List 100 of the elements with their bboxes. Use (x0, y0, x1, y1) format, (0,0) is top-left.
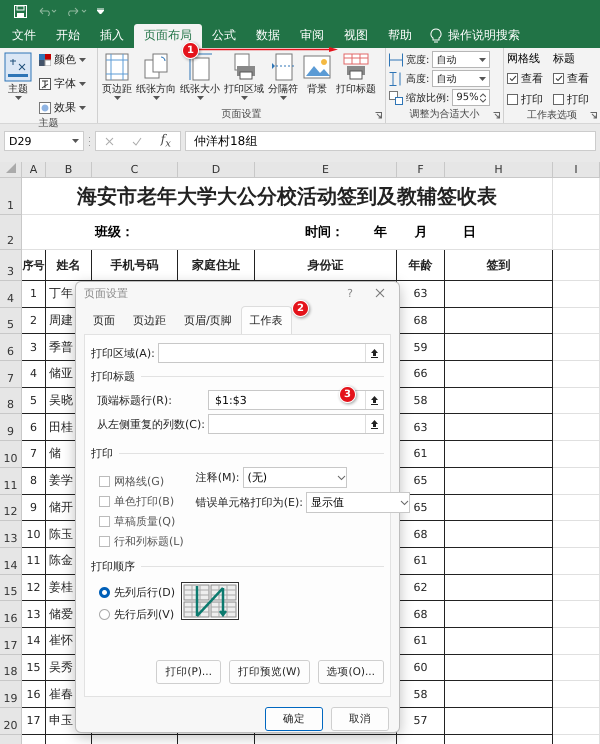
ok-button[interactable]: 确定 (265, 707, 323, 731)
dropdown-field[interactable]: 自动 (432, 70, 490, 87)
column-header[interactable]: I (553, 162, 600, 178)
ribbon-tab[interactable]: 帮助 (378, 24, 422, 48)
checkbox[interactable]: 行和列标题(L) (91, 533, 184, 549)
dialog-launcher-icon[interactable] (375, 112, 382, 119)
field-label: 错误单元格打印为(E): (196, 495, 303, 510)
dialog-tab[interactable]: 页边距 (124, 306, 175, 334)
ribbon-button[interactable]: 分隔符 (267, 51, 299, 107)
dropdown-field[interactable]: (无) (242, 467, 346, 488)
check-icon[interactable] (132, 136, 142, 146)
redo-icon[interactable] (67, 6, 87, 16)
spin-field[interactable]: 95% (452, 89, 490, 106)
row-header[interactable]: 6 (0, 334, 22, 362)
column-header[interactable]: D (178, 162, 255, 178)
caret-icon (196, 96, 204, 100)
dropdown-field[interactable]: 显示值 (306, 492, 410, 513)
name-box[interactable]: D29 (4, 131, 84, 151)
theme-button[interactable]: 主题 (3, 51, 33, 116)
ribbon-tab[interactable]: 文件 (2, 24, 46, 48)
ribbon-tab[interactable]: 开始 (46, 24, 90, 48)
row-header[interactable]: 11 (0, 468, 22, 494)
dialog-button[interactable]: 选项(O)... (318, 660, 384, 684)
close-icon[interactable] (375, 288, 385, 298)
ribbon-button[interactable]: 纸张方向 (135, 51, 177, 107)
save-icon[interactable] (14, 4, 27, 18)
ribbon-tab[interactable]: 数据 (246, 24, 290, 48)
group-label: 主题 (38, 116, 60, 130)
ribbon-button[interactable]: 打印标题 (335, 51, 377, 107)
empty-cell (553, 250, 600, 281)
table-cell: 17 (22, 708, 46, 735)
checkbox[interactable]: 草稿质量(Q) (91, 513, 184, 529)
empty-cell (553, 494, 600, 522)
column-header[interactable]: E (255, 162, 397, 178)
row-header[interactable]: 4 (0, 281, 22, 308)
input-field[interactable] (208, 414, 384, 434)
caret-icon (479, 58, 486, 62)
dialog-tab[interactable]: 工作表 (240, 306, 292, 334)
checkbox[interactable]: 单色打印(B) (91, 493, 184, 509)
row-header[interactable]: 10 (0, 441, 22, 468)
dialog-launcher-icon[interactable] (493, 112, 500, 119)
checkbox[interactable]: 查看 (553, 70, 589, 87)
row-header[interactable]: 5 (0, 308, 22, 334)
cancel-button[interactable]: 取消 (331, 707, 389, 731)
row-header[interactable]: 20 (0, 708, 22, 735)
field-label: 打印区域(A): (91, 346, 155, 360)
column-header[interactable]: C (92, 162, 178, 178)
field-label: 注释(M): (196, 470, 240, 485)
radio-button[interactable]: 先列后行(D) (91, 584, 176, 600)
input-field[interactable] (158, 343, 384, 363)
checkbox[interactable]: 查看 (507, 70, 543, 87)
row-header[interactable]: 17 (0, 628, 22, 655)
cancel-icon[interactable] (105, 136, 114, 146)
spinner-arrows-icon (480, 92, 486, 102)
ribbon-button[interactable]: 背景 (301, 51, 333, 107)
row-header[interactable]: 19 (0, 681, 22, 708)
column-header[interactable]: B (46, 162, 92, 178)
checkbox[interactable]: 打印 (507, 91, 543, 108)
formula-field[interactable]: 仲洋村18组 (185, 131, 596, 151)
dialog-tab[interactable]: 页眉/页脚 (175, 306, 241, 334)
dropdown-field[interactable]: 自动 (432, 51, 490, 68)
radio-button[interactable]: 先行后列(V) (91, 606, 176, 622)
dialog-launcher-icon[interactable] (590, 112, 597, 119)
customize-toolbar-icon[interactable] (97, 8, 104, 14)
theme-option-button[interactable]: 效果 (39, 99, 86, 116)
theme-option-button[interactable]: 字体 (39, 75, 86, 92)
row-header[interactable]: 12 (0, 494, 22, 522)
search-hint[interactable]: 操作说明搜索 (448, 24, 520, 48)
insert-function-button[interactable]: f$_{x}$ (160, 132, 171, 150)
row-header[interactable]: 9 (0, 414, 22, 442)
theme-option-button[interactable]: 颜色 (39, 51, 86, 68)
row-header[interactable]: 13 (0, 521, 22, 548)
group-label: 调整为合适大小 (408, 108, 480, 122)
checkbox[interactable]: 网格线(G) (91, 473, 184, 489)
dialog-button[interactable]: 打印(P)... (156, 660, 221, 684)
column-header[interactable]: H (445, 162, 553, 178)
row-header[interactable]: 3 (0, 250, 22, 281)
group-label: 页面设置 (220, 108, 262, 122)
ribbon-button[interactable]: 页边距 (101, 51, 133, 107)
row-header[interactable]: 18 (0, 654, 22, 682)
ribbon-tab[interactable]: 公式 (202, 24, 246, 48)
column-heading: 年龄 (397, 250, 445, 281)
dialog-button[interactable]: 打印预览(W) (228, 660, 310, 684)
row-header[interactable]: 16 (0, 601, 22, 628)
row-header[interactable]: 7 (0, 361, 22, 388)
caret-icon (114, 96, 120, 100)
ribbon-button[interactable]: 打印区域 (223, 51, 265, 107)
ribbon-tab[interactable]: 审阅 (290, 24, 334, 48)
row-header[interactable]: 1 (0, 178, 22, 215)
column-header[interactable]: A (22, 162, 46, 178)
chevron-down-icon (400, 500, 409, 506)
undo-icon[interactable] (37, 6, 57, 16)
ribbon-tab[interactable]: 插入 (90, 24, 134, 48)
checkbox[interactable]: 打印 (553, 91, 589, 108)
row-header[interactable]: 15 (0, 574, 22, 602)
column-header[interactable]: F (397, 162, 445, 178)
row-header[interactable]: 2 (0, 215, 22, 250)
row-header[interactable]: 14 (0, 548, 22, 575)
row-header[interactable]: 8 (0, 388, 22, 414)
ribbon-tab[interactable]: 视图 (334, 24, 378, 48)
